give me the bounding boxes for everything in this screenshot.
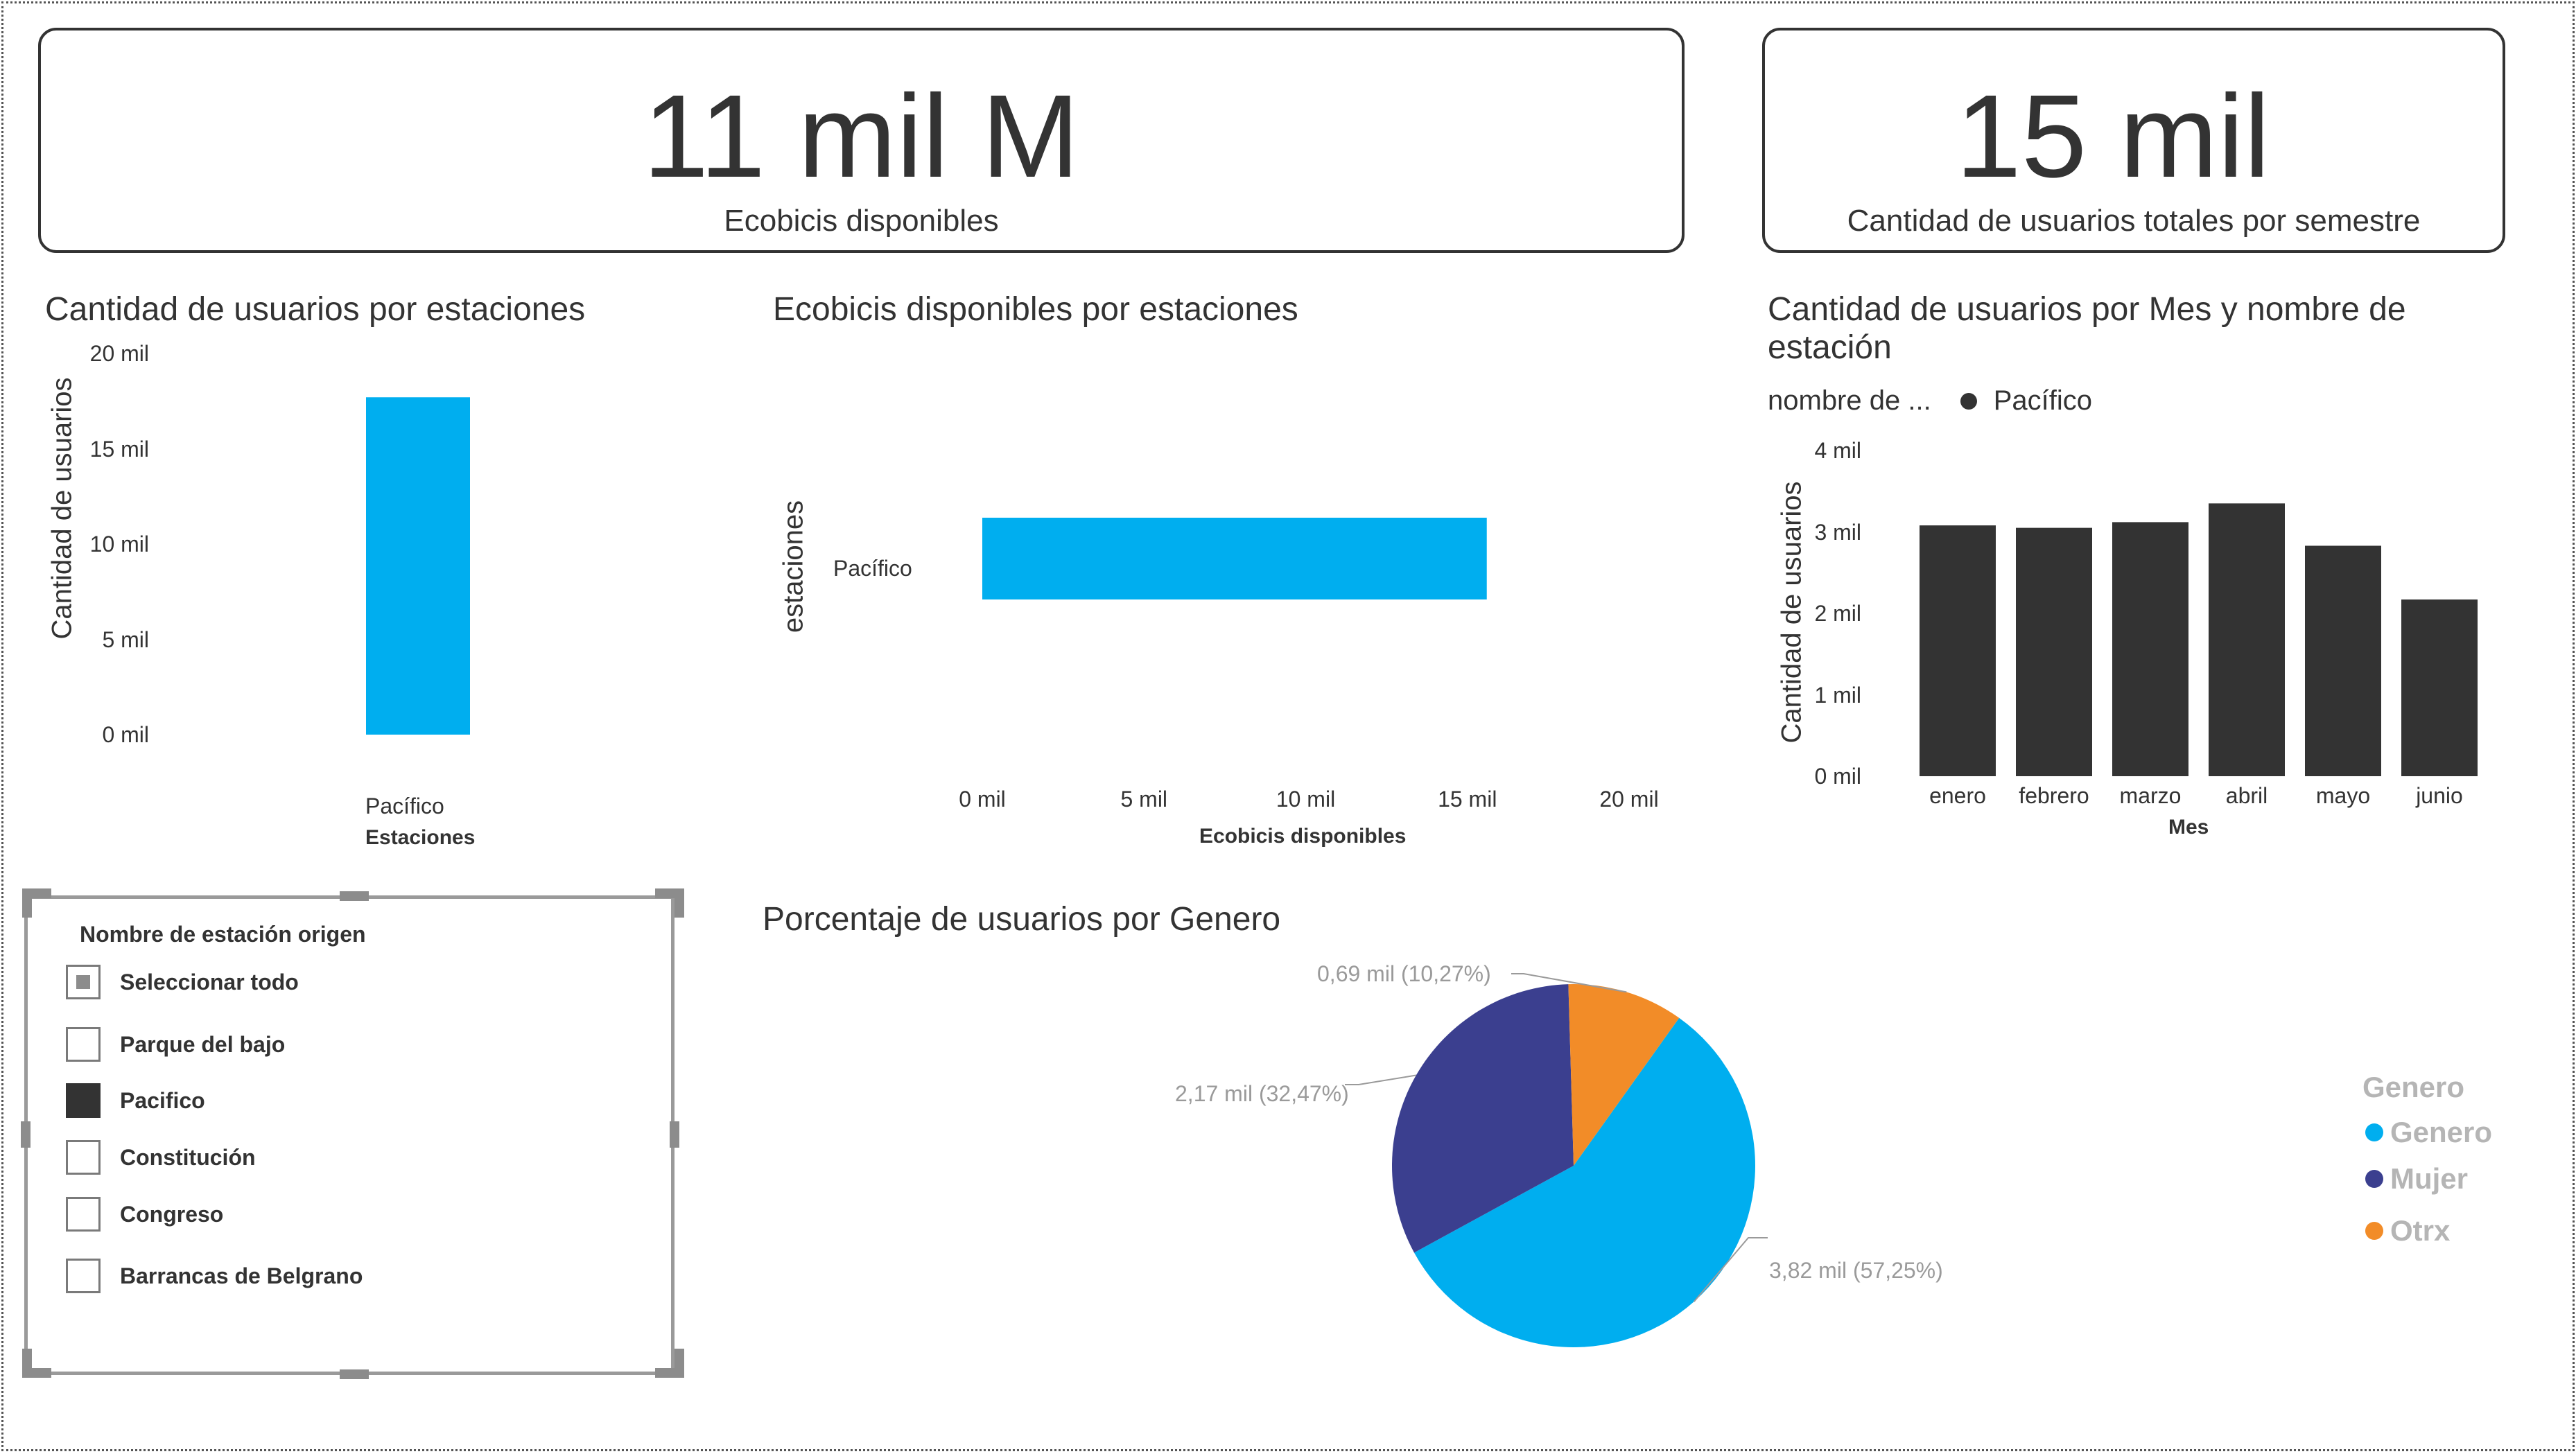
x-tick-label: 20 mil — [1599, 787, 1659, 812]
resize-handle-bottom[interactable] — [340, 1369, 369, 1379]
pie-slice-label-genero: 3,82 mil (57,25%) — [1769, 1258, 1943, 1283]
slicer-item-congreso[interactable]: Congreso — [66, 1196, 223, 1232]
legend-item-label: Otrx — [2390, 1214, 2451, 1247]
pie-slice-label-otrx: 0,69 mil (10,27%) — [1317, 961, 1491, 986]
y-tick-label: 10 mil — [89, 532, 149, 557]
slicer-item-parque-del-bajo[interactable]: Parque del bajo — [66, 1026, 285, 1062]
chart-bikes-station-y-title: estaciones — [778, 500, 809, 633]
y-tick-label: 5 mil — [102, 627, 149, 652]
chart-users-station-x-tick: Pacífico — [365, 794, 444, 818]
pie-legend-item-mujer[interactable]: Mujer — [2365, 1162, 2468, 1195]
y-tick-label: 0 mil — [102, 722, 149, 747]
legend-item-label: Genero — [2390, 1116, 2493, 1148]
slicer-item-label: Constitución — [120, 1144, 256, 1170]
checkbox-icon[interactable] — [66, 1140, 101, 1175]
x-tick-label: febrero — [2019, 783, 2089, 808]
bar-febrero — [2016, 527, 2092, 776]
x-tick-label: 10 mil — [1276, 787, 1336, 812]
bar-enero — [1920, 525, 1996, 776]
kpi-label: Cantidad de usuarios totales por semestr… — [1847, 204, 2421, 238]
resize-handle-br[interactable] — [675, 1349, 684, 1378]
slicer-item-barrancas-de-belgrano[interactable]: Barrancas de Belgrano — [66, 1258, 363, 1294]
kpi-card-ecobicis[interactable]: 11 mil M Ecobicis disponibles — [38, 28, 1685, 253]
chart-users-station-x-title: Estaciones — [365, 826, 476, 849]
chart-bikes-station-plot[interactable] — [901, 485, 1705, 651]
y-tick-label: 2 mil — [1814, 601, 1861, 626]
pie-legend-title: Genero — [2362, 1071, 2465, 1103]
legend-dot-icon — [2365, 1222, 2383, 1240]
pie-legend-item-genero[interactable]: Genero — [2365, 1116, 2492, 1149]
kpi-value: 11 mil M — [643, 71, 1080, 202]
checkbox-icon[interactable] — [66, 1197, 101, 1232]
chart-month-legend[interactable]: nombre de ... Pacífico — [1768, 385, 2092, 417]
resize-handle-left[interactable] — [21, 1121, 31, 1148]
bar-abril — [2209, 503, 2285, 776]
chart-month-x-title: Mes — [2168, 816, 2209, 839]
chart-month-legend-label: nombre de ... — [1768, 385, 1931, 416]
slicer-item-label: Seleccionar todo — [120, 969, 299, 995]
chart-bikes-station-x-title: Ecobicis disponibles — [1199, 825, 1407, 848]
pie-leader-line — [1345, 1074, 1416, 1085]
y-tick-label: 3 mil — [1814, 519, 1861, 545]
x-tick-label: 15 mil — [1438, 787, 1497, 812]
y-tick-label: 20 mil — [89, 341, 149, 366]
slicer-title: Nombre de estación origen — [80, 922, 366, 947]
kpi-value: 15 mil — [1956, 71, 2270, 202]
x-tick-label: 0 mil — [959, 787, 1006, 812]
chart-month-title-line1: Cantidad de usuarios por Mes y nombre de — [1768, 291, 2406, 328]
bar-junio — [2401, 599, 2478, 776]
y-tick-label: 0 mil — [1814, 764, 1861, 789]
bar-pacifico — [982, 518, 1487, 599]
slicer-item-label: Parque del bajo — [120, 1031, 286, 1057]
checkbox-icon[interactable] — [66, 1027, 101, 1062]
x-tick-label: mayo — [2315, 783, 2371, 808]
chart-month-title-line2: estación — [1768, 329, 1892, 366]
chart-users-station-y-title: Cantidad de usuarios — [46, 377, 78, 640]
pie-legend-item-otrx[interactable]: Otrx — [2365, 1214, 2450, 1247]
chart-bikes-station-y-tick: Pacífico — [833, 556, 912, 581]
chart-gender-plot[interactable] — [1178, 943, 2010, 1372]
y-tick-label: 1 mil — [1814, 682, 1861, 708]
x-tick-label: abril — [2225, 783, 2268, 808]
chart-users-station-title: Cantidad de usuarios por estaciones — [45, 291, 586, 328]
slicer-item-label: Barrancas de Belgrano — [120, 1263, 363, 1288]
legend-item-label: Mujer — [2390, 1162, 2469, 1195]
x-tick-label: 5 mil — [1120, 787, 1168, 812]
checkbox-partial-icon[interactable] — [66, 965, 101, 999]
slicer-item-label: Pacifico — [120, 1087, 205, 1113]
slicer-item-select-all[interactable]: Seleccionar todo — [66, 964, 299, 1000]
chart-month-plot[interactable] — [1903, 444, 2485, 790]
bar-mayo — [2305, 545, 2381, 776]
chart-bikes-station-title: Ecobicis disponibles por estaciones — [773, 291, 1298, 328]
kpi-label: Ecobicis disponibles — [724, 204, 999, 238]
resize-handle-bl[interactable] — [22, 1349, 32, 1378]
y-tick-label: 4 mil — [1814, 438, 1861, 463]
chart-users-station-plot[interactable] — [159, 340, 645, 755]
checkbox-checked-icon[interactable] — [66, 1083, 101, 1118]
resize-handle-tl[interactable] — [22, 888, 32, 918]
x-tick-label: junio — [2416, 783, 2463, 808]
chart-month-legend-item: Pacífico — [1993, 385, 2092, 416]
slicer-item-label: Congreso — [120, 1201, 224, 1227]
kpi-card-usuarios[interactable]: 15 mil Cantidad de usuarios totales por … — [1762, 28, 2505, 253]
chart-month-y-title: Cantidad de usuarios — [1776, 481, 1807, 744]
legend-dot-icon — [2365, 1170, 2383, 1188]
legend-dot-icon — [1960, 392, 1977, 410]
resize-handle-tr[interactable] — [675, 888, 684, 918]
checkbox-icon[interactable] — [66, 1259, 101, 1293]
legend-dot-icon — [2365, 1123, 2383, 1141]
x-tick-label: enero — [1929, 783, 1986, 808]
resize-handle-right[interactable] — [670, 1121, 679, 1148]
slicer-item-constitucion[interactable]: Constitución — [66, 1139, 256, 1175]
resize-handle-top[interactable] — [340, 891, 369, 901]
bar-marzo — [2112, 522, 2188, 776]
chart-gender-title: Porcentaje de usuarios por Genero — [763, 901, 1281, 938]
slicer-item-pacifico[interactable]: Pacifico — [66, 1083, 205, 1119]
pie-slice-label-mujer: 2,17 mil (32,47%) — [1175, 1081, 1349, 1106]
bar-pacifico — [366, 397, 470, 735]
y-tick-label: 15 mil — [89, 436, 149, 462]
x-tick-label: marzo — [2119, 783, 2182, 808]
